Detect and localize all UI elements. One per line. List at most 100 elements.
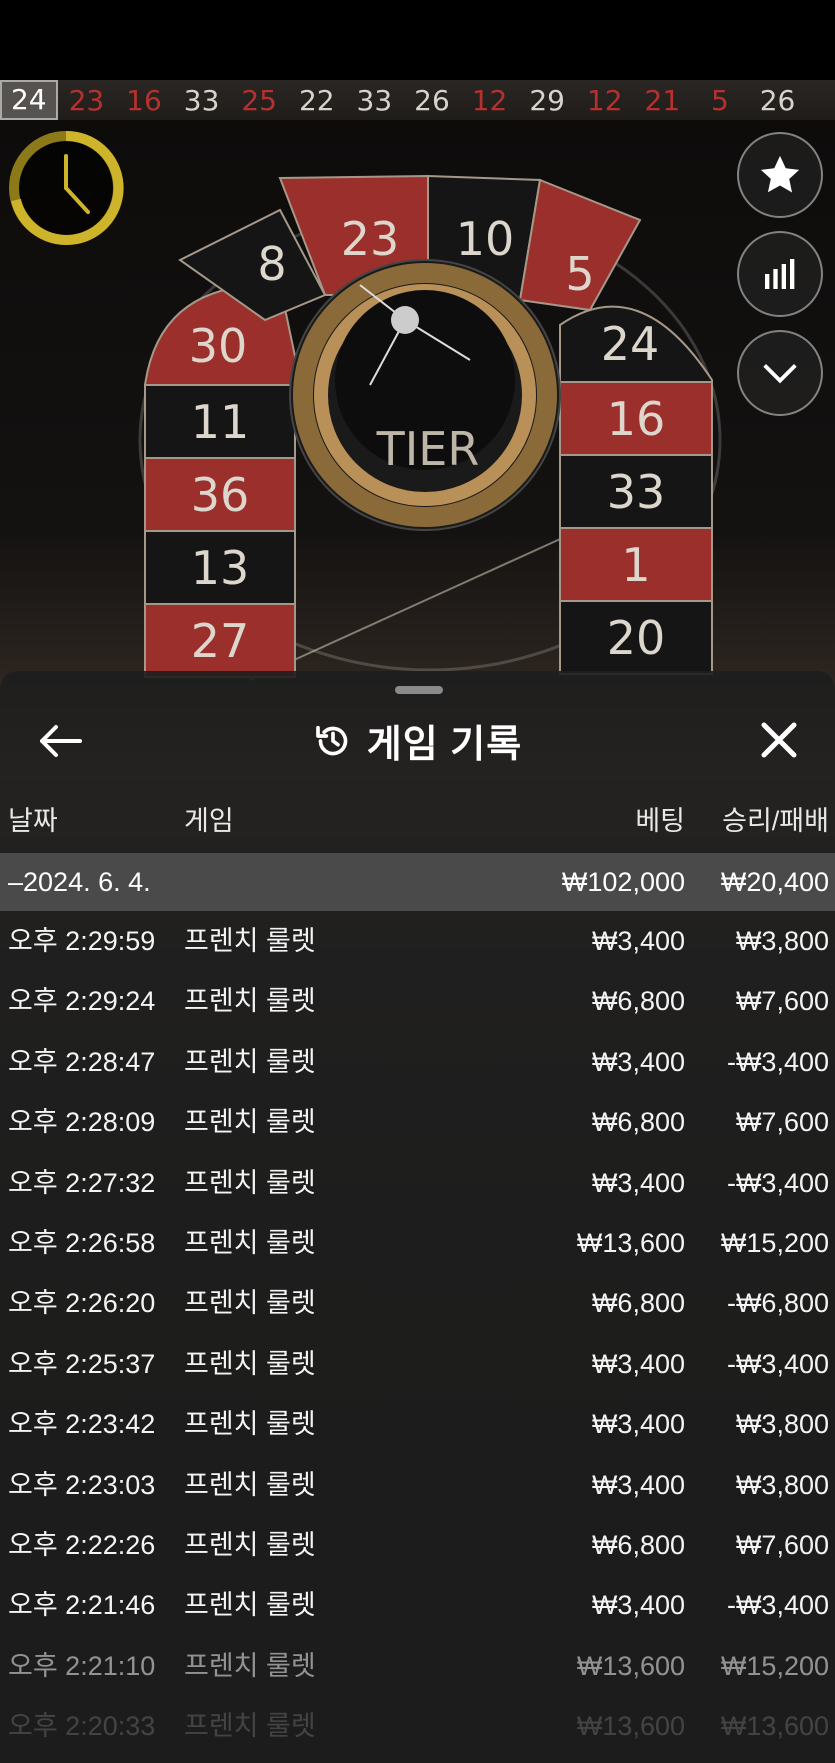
row-time: 오후 2:26:20 xyxy=(8,1288,156,1319)
history-row[interactable]: 오후 2:25:37 프렌치 룰렛 ₩3,400 -₩3,400 xyxy=(0,1334,835,1394)
row-game: 프렌치 룰렛 xyxy=(184,1046,316,1077)
row-bet: ₩3,400 xyxy=(591,1469,685,1500)
row-game: 프렌치 룰렛 xyxy=(184,926,316,956)
result-number: 12 xyxy=(471,83,508,117)
track-number: 11 xyxy=(191,395,250,449)
row-time: 오후 2:28:47 xyxy=(8,1046,156,1077)
history-row[interactable]: 오후 2:21:46 프렌치 룰렛 ₩3,400 -₩3,400 xyxy=(0,1575,835,1635)
collapse-button[interactable] xyxy=(737,330,823,416)
row-time: 오후 2:21:10 xyxy=(8,1650,156,1681)
column-headers: 날짜 게임 베팅 승리/패배 xyxy=(0,799,835,843)
sheet-header: 게임 기록 xyxy=(0,701,835,781)
row-game: 프렌치 룰렛 xyxy=(184,1469,316,1500)
track-number: 20 xyxy=(607,611,666,665)
track-number: 13 xyxy=(191,541,250,595)
row-game: 프렌치 룰렛 xyxy=(184,1167,316,1198)
track-number: 24 xyxy=(601,317,660,371)
row-bet: ₩6,800 xyxy=(591,1288,685,1319)
row-bet: ₩3,400 xyxy=(591,1046,685,1077)
history-row[interactable]: 오후 2:27:32 프렌치 룰렛 ₩3,400 -₩3,400 xyxy=(0,1153,835,1213)
row-game: 프렌치 룰렛 xyxy=(184,1650,316,1681)
header-bet: 베팅 xyxy=(635,806,685,836)
row-result: -₩3,400 xyxy=(726,1590,829,1621)
row-bet: ₩3,400 xyxy=(591,926,685,956)
track-number: 23 xyxy=(341,212,400,266)
row-result: ₩15,200 xyxy=(720,1650,829,1681)
row-time: 오후 2:29:24 xyxy=(8,986,156,1017)
drag-handle[interactable] xyxy=(395,686,443,694)
row-game: 프렌치 룰렛 xyxy=(184,1590,316,1621)
history-row[interactable]: 오후 2:21:10 프렌치 룰렛 ₩13,600 ₩15,200 xyxy=(0,1636,835,1696)
history-row[interactable]: 오후 2:28:09 프렌치 룰렛 ₩6,800 ₩7,600 xyxy=(0,1092,835,1152)
row-time: 오후 2:20:33 xyxy=(8,1711,156,1742)
row-time: 오후 2:21:46 xyxy=(8,1590,156,1621)
row-result: ₩7,600 xyxy=(735,1529,829,1560)
result-number: 24 xyxy=(0,80,58,120)
row-result: ₩7,600 xyxy=(735,1107,829,1138)
row-time: 오후 2:25:37 xyxy=(8,1348,156,1379)
row-result: ₩3,800 xyxy=(735,1469,829,1500)
row-bet: ₩13,600 xyxy=(576,1650,685,1681)
row-time: 오후 2:28:09 xyxy=(8,1107,156,1138)
track-number: 1 xyxy=(621,538,650,592)
track-number: 33 xyxy=(607,465,666,519)
row-bet: ₩13,600 xyxy=(576,1711,685,1742)
track-number: 10 xyxy=(456,212,515,266)
date-group-date: –2024. 6. 4. xyxy=(8,867,151,897)
date-group-row[interactable]: –2024. 6. 4. ₩102,000 ₩20,400 xyxy=(0,853,835,911)
row-result: ₩7,600 xyxy=(735,986,829,1017)
result-number: 22 xyxy=(298,83,335,117)
row-time: 오후 2:22:26 xyxy=(8,1529,156,1560)
recent-results-strip: 24 23 16 33 25 22 33 26 12 29 12 21 5 26 xyxy=(0,80,835,120)
history-row[interactable]: 오후 2:22:26 프렌치 룰렛 ₩6,800 ₩7,600 xyxy=(0,1515,835,1575)
clock-icon xyxy=(9,130,124,245)
date-group-bet: ₩102,000 xyxy=(561,867,685,897)
tier-label: TIER xyxy=(376,422,480,476)
row-result: ₩3,800 xyxy=(735,926,829,956)
history-row[interactable]: 오후 2:29:59 프렌치 룰렛 ₩3,400 ₩3,800 xyxy=(0,911,835,971)
row-result: -₩3,400 xyxy=(726,1348,829,1379)
row-time: 오후 2:23:42 xyxy=(8,1409,156,1440)
history-row[interactable]: 오후 2:23:03 프렌치 룰렛 ₩3,400 ₩3,800 xyxy=(0,1455,835,1515)
row-game: 프렌치 룰렛 xyxy=(184,1288,316,1319)
result-number: 33 xyxy=(183,83,220,117)
row-bet: ₩13,600 xyxy=(576,1227,685,1258)
result-number: 26 xyxy=(414,83,450,117)
row-bet: ₩3,400 xyxy=(591,1409,685,1440)
track-number: 5 xyxy=(565,247,594,301)
history-row[interactable]: 오후 2:28:47 프렌치 룰렛 ₩3,400 -₩3,400 xyxy=(0,1032,835,1092)
row-game: 프렌치 룰렛 xyxy=(184,1227,316,1258)
game-history-sheet: 게임 기록 날짜 게임 베팅 승리/패배 –2024. 6. 4. ₩102,0… xyxy=(0,671,835,1763)
result-number: 5 xyxy=(711,83,729,117)
history-row[interactable]: 오후 2:26:20 프렌치 룰렛 ₩6,800 -₩6,800 xyxy=(0,1273,835,1333)
row-result: -₩6,800 xyxy=(726,1288,829,1319)
result-number: 12 xyxy=(586,83,623,117)
row-game: 프렌치 룰렛 xyxy=(184,1711,316,1742)
row-game: 프렌치 룰렛 xyxy=(184,1529,316,1560)
history-row[interactable]: 오후 2:29:24 프렌치 룰렛 ₩6,800 ₩7,600 xyxy=(0,971,835,1031)
row-game: 프렌치 룰렛 xyxy=(184,1107,316,1138)
header-game: 게임 xyxy=(184,806,234,836)
header-date: 날짜 xyxy=(8,806,58,836)
status-bar xyxy=(0,0,835,80)
result-number: 23 xyxy=(68,83,105,117)
statistics-button[interactable] xyxy=(737,231,823,317)
favorite-button[interactable] xyxy=(737,132,823,218)
row-time: 오후 2:29:59 xyxy=(8,926,156,956)
row-time: 오후 2:23:03 xyxy=(8,1469,156,1500)
row-bet: ₩6,800 xyxy=(591,986,685,1017)
row-time: 오후 2:26:58 xyxy=(8,1227,156,1258)
header-result: 승리/패배 xyxy=(722,806,829,836)
history-row[interactable]: 오후 2:23:42 프렌치 룰렛 ₩3,400 ₩3,800 xyxy=(0,1394,835,1454)
row-bet: ₩3,400 xyxy=(591,1348,685,1379)
result-number: 21 xyxy=(644,83,681,117)
history-row[interactable]: 오후 2:26:58 프렌치 룰렛 ₩13,600 ₩15,200 xyxy=(0,1213,835,1273)
roulette-wheel: TIER xyxy=(289,259,561,531)
track-number: 30 xyxy=(189,319,248,373)
result-number: 29 xyxy=(529,83,565,117)
track-number: 36 xyxy=(191,468,250,522)
row-result: -₩3,400 xyxy=(726,1167,829,1198)
chevron-down-icon xyxy=(763,363,797,384)
close-icon[interactable] xyxy=(756,717,802,763)
history-row[interactable]: 오후 2:20:33 프렌치 룰렛 ₩13,600 ₩13,600 xyxy=(0,1696,835,1756)
